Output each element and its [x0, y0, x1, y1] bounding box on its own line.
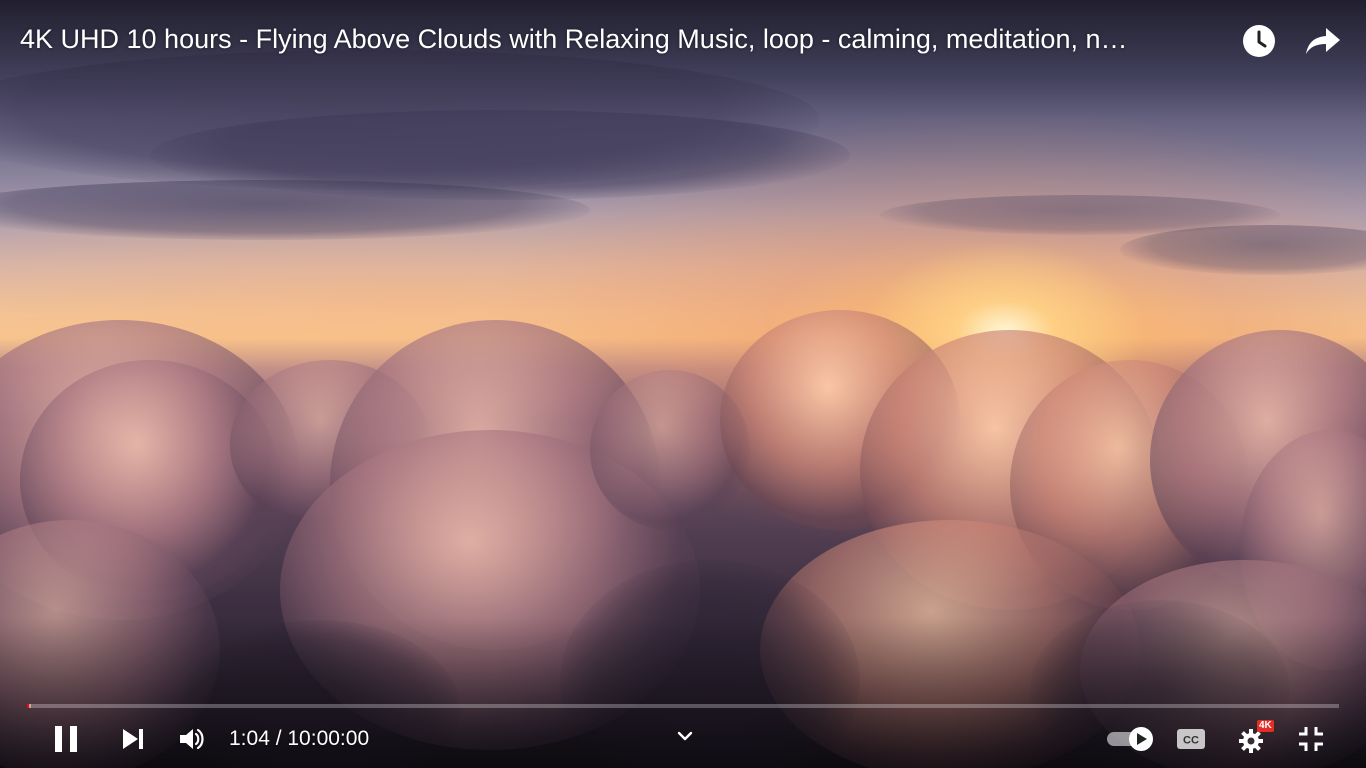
video-title[interactable]: 4K UHD 10 hours - Flying Above Clouds wi…	[20, 22, 1220, 56]
next-button[interactable]	[114, 714, 152, 764]
share-arrow-icon	[1306, 28, 1340, 54]
watch-later-button[interactable]	[1240, 22, 1278, 60]
volume-button[interactable]	[174, 714, 210, 764]
control-bar: 1:04 / 10:00:00 CC 4K	[0, 714, 1366, 764]
share-button[interactable]	[1304, 22, 1342, 60]
exit-fullscreen-button[interactable]	[1294, 714, 1328, 764]
progress-bar[interactable]	[27, 703, 1339, 709]
cc-icon: CC	[1177, 729, 1205, 749]
quality-badge: 4K	[1257, 720, 1274, 732]
video-player[interactable]: 4K UHD 10 hours - Flying Above Clouds wi…	[0, 0, 1366, 768]
autoplay-toggle[interactable]	[1104, 714, 1156, 764]
top-actions	[1240, 22, 1342, 60]
captions-button[interactable]: CC	[1174, 714, 1208, 764]
svg-text:CC: CC	[1183, 735, 1199, 747]
chevron-down-icon	[677, 731, 693, 741]
time-display: 1:04 / 10:00:00	[229, 727, 370, 750]
pause-icon	[55, 726, 77, 752]
progress-track	[27, 704, 1339, 708]
pause-button[interactable]	[46, 714, 86, 764]
settings-button[interactable]: 4K	[1234, 714, 1274, 764]
clock-icon	[1243, 25, 1275, 57]
expand-details-button[interactable]	[672, 714, 698, 758]
exit-fullscreen-icon	[1299, 727, 1323, 751]
progress-played	[27, 704, 30, 708]
top-gradient	[0, 0, 1366, 120]
volume-icon	[180, 728, 204, 750]
autoplay-toggle-icon	[1107, 727, 1153, 751]
next-icon	[123, 729, 143, 749]
